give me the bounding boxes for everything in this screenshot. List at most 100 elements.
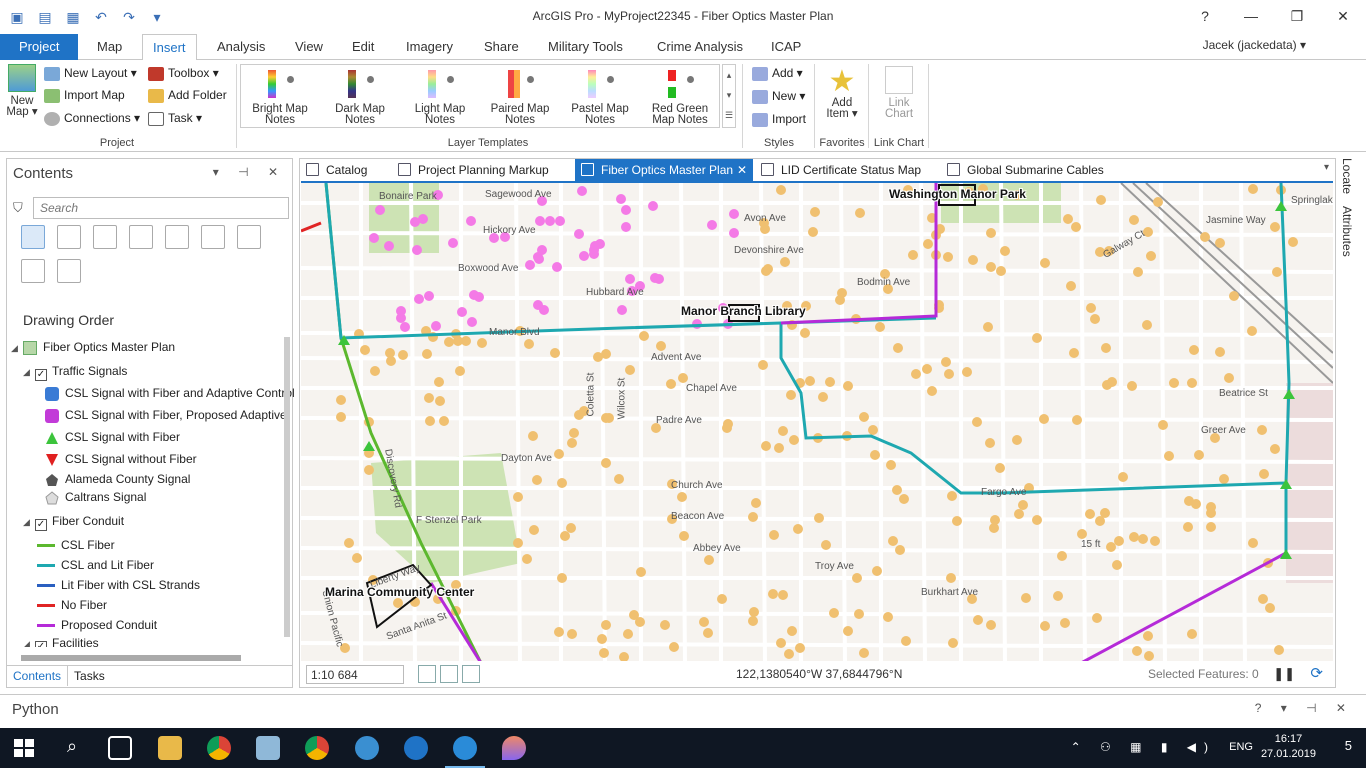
tree-map-node[interactable]: ◢ Fiber Optics Master Plan bbox=[11, 337, 175, 357]
tab-project[interactable]: Project bbox=[0, 34, 79, 60]
collapse-icon[interactable]: ◢ bbox=[23, 362, 35, 382]
notification-center-icon[interactable]: 5 bbox=[1345, 738, 1352, 753]
tab-imagery[interactable]: Imagery bbox=[396, 34, 463, 60]
filter-icon[interactable]: ⛉ bbox=[13, 200, 23, 216]
tab-insert[interactable]: Insert bbox=[142, 34, 197, 61]
tab-attributes[interactable]: Attributes bbox=[1340, 206, 1354, 257]
maps-app-icon[interactable] bbox=[502, 736, 526, 760]
user-account[interactable]: Jacek (jackedata) ▾ bbox=[1203, 38, 1306, 52]
contents-horizontal-scrollbar[interactable] bbox=[21, 655, 241, 661]
new-map-button[interactable]: New Map ▾ bbox=[4, 64, 40, 118]
tab-lid-certificate-status-map[interactable]: LID Certificate Status Map bbox=[755, 159, 941, 181]
tab-crime-analysis[interactable]: Crime Analysis bbox=[647, 34, 753, 60]
python-pane: Python ? ▾ ⊣ ✕ bbox=[0, 694, 1366, 726]
template-pastel-map-notes[interactable]: Pastel Map Notes bbox=[566, 68, 634, 126]
list-by-perspective-icon[interactable] bbox=[21, 259, 45, 283]
scale-selector[interactable]: 1:10 684 bbox=[306, 665, 404, 684]
clock[interactable]: 16:17 27.01.2019 bbox=[1261, 732, 1316, 762]
file-explorer-icon[interactable] bbox=[158, 736, 182, 760]
search-icon[interactable]: ⌕ bbox=[60, 736, 84, 760]
windows-start-icon[interactable] bbox=[12, 736, 36, 760]
template-bright-map-notes[interactable]: Bright Map Notes bbox=[246, 68, 314, 126]
python-pane-controls[interactable]: ? ▾ ⊣ ✕ bbox=[1255, 701, 1354, 715]
tab-map[interactable]: Map bbox=[87, 34, 132, 60]
connections-button[interactable]: Connections ▾ bbox=[44, 111, 140, 126]
task-view-icon[interactable] bbox=[108, 736, 132, 760]
contents-search-input[interactable]: Search bbox=[33, 197, 289, 219]
tab-view[interactable]: View bbox=[285, 34, 333, 60]
list-by-drawing-order-icon[interactable] bbox=[21, 225, 45, 249]
task-button[interactable]: Task ▾ bbox=[148, 111, 202, 126]
template-red-green-map-notes[interactable]: Red Green Map Notes bbox=[646, 68, 714, 126]
tab-edit[interactable]: Edit bbox=[342, 34, 384, 60]
tab-fiber-optics-master-plan[interactable]: Fiber Optics Master Plan ✕ bbox=[575, 159, 753, 181]
maximize-button[interactable]: ❐ bbox=[1274, 0, 1320, 32]
app-icon[interactable] bbox=[256, 736, 280, 760]
template-dark-map-notes[interactable]: Dark Map Notes bbox=[326, 68, 394, 126]
template-paired-map-notes[interactable]: Paired Map Notes bbox=[486, 68, 554, 126]
tab-icap[interactable]: ICAP bbox=[761, 34, 811, 60]
add-style-button[interactable]: Add ▾ bbox=[752, 66, 803, 81]
list-by-data-type-icon[interactable] bbox=[57, 259, 81, 283]
import-style-button[interactable]: Import bbox=[752, 112, 806, 127]
add-item-button[interactable]: ★ Add Item ▾ bbox=[820, 66, 864, 120]
signal-point bbox=[1143, 631, 1153, 641]
grid-icon[interactable] bbox=[462, 665, 480, 683]
visibility-checkbox[interactable]: ✓ bbox=[35, 641, 47, 647]
tab-project-planning-markup[interactable]: Project Planning Markup bbox=[392, 159, 572, 181]
tree-layer-fiber-conduit[interactable]: ◢ ✓ Fiber Conduit bbox=[23, 511, 124, 531]
visibility-checkbox[interactable]: ✓ bbox=[35, 519, 47, 531]
fixed-zoom-in-icon[interactable] bbox=[418, 665, 436, 683]
map-canvas[interactable]: Bonaire Park F Stenzel Park Sagewood Ave… bbox=[301, 181, 1333, 661]
tab-share[interactable]: Share bbox=[474, 34, 529, 60]
arcgis-pro-icon[interactable] bbox=[445, 736, 485, 768]
system-tray-icons[interactable]: ⌃ ⚇ ▦ ▮ ◀) bbox=[1071, 740, 1216, 754]
tab-military-tools[interactable]: Military Tools bbox=[538, 34, 633, 60]
collapse-icon[interactable]: ◢ bbox=[23, 512, 35, 532]
collapse-icon[interactable]: ◢ bbox=[11, 338, 23, 358]
tab-global-submarine-cables[interactable]: Global Submarine Cables bbox=[941, 159, 1121, 181]
tab-contents[interactable]: Contents bbox=[7, 666, 69, 686]
legend-label: CSL Signal with Fiber, Proposed Adaptive bbox=[65, 408, 287, 422]
visibility-checkbox[interactable]: ✓ bbox=[35, 369, 47, 381]
tab-catalog[interactable]: Catalog bbox=[300, 159, 392, 181]
refresh-app-icon[interactable] bbox=[404, 736, 428, 760]
help-button[interactable]: ? bbox=[1182, 0, 1228, 32]
chrome-icon[interactable] bbox=[305, 736, 329, 760]
link-chart-button[interactable]: Link Chart bbox=[874, 66, 924, 120]
add-folder-button[interactable]: Add Folder bbox=[148, 88, 227, 103]
tree-layer-facilities[interactable]: ◢ ✓ Facilities bbox=[23, 635, 99, 647]
globe-search-icon[interactable] bbox=[355, 736, 379, 760]
list-by-selection-icon[interactable] bbox=[93, 225, 117, 249]
list-by-snapping-icon[interactable] bbox=[165, 225, 189, 249]
pause-drawing-icon[interactable]: ❚❚ bbox=[1273, 666, 1295, 682]
toolbox-button[interactable]: Toolbox ▾ bbox=[148, 66, 219, 81]
list-by-source-icon[interactable] bbox=[57, 225, 81, 249]
close-tab-icon[interactable]: ✕ bbox=[737, 159, 747, 181]
tab-tasks[interactable]: Tasks bbox=[68, 666, 111, 686]
contents-vertical-scrollbar[interactable] bbox=[284, 337, 290, 637]
list-by-charts-icon[interactable] bbox=[237, 225, 261, 249]
chrome-icon[interactable] bbox=[207, 736, 231, 760]
gallery-scroll[interactable]: ▴ ▾ ☰ bbox=[722, 64, 736, 128]
close-button[interactable]: ✕ bbox=[1320, 0, 1366, 32]
collapse-icon[interactable]: ◢ bbox=[23, 636, 35, 647]
list-by-labeling-icon[interactable] bbox=[201, 225, 225, 249]
input-language[interactable]: ENG bbox=[1229, 741, 1253, 753]
new-style-button[interactable]: New ▾ bbox=[752, 89, 805, 104]
tab-list-dropdown-icon[interactable]: ▾ bbox=[1324, 162, 1329, 173]
tab-analysis[interactable]: Analysis bbox=[207, 34, 275, 60]
tree-layer-traffic-signals[interactable]: ◢ ✓ Traffic Signals bbox=[23, 361, 127, 381]
selected-features-count[interactable]: Selected Features: 0 bbox=[1148, 667, 1259, 681]
signal-point bbox=[412, 245, 422, 255]
import-map-button[interactable]: Import Map bbox=[44, 88, 125, 103]
contents-pane-controls[interactable]: ▾ ⊣ ✕ bbox=[213, 165, 286, 179]
tab-locate[interactable]: Locate bbox=[1340, 158, 1354, 194]
template-light-map-notes[interactable]: Light Map Notes bbox=[406, 68, 474, 126]
signal-point bbox=[569, 428, 579, 438]
new-layout-button[interactable]: New Layout ▾ bbox=[44, 66, 137, 81]
navigate-icon[interactable] bbox=[440, 665, 458, 683]
refresh-icon[interactable]: ⟳ bbox=[1310, 664, 1323, 682]
list-by-editing-icon[interactable] bbox=[129, 225, 153, 249]
minimize-button[interactable]: — bbox=[1228, 0, 1274, 32]
